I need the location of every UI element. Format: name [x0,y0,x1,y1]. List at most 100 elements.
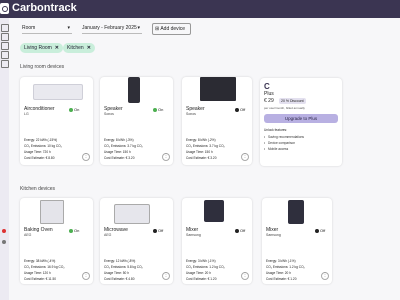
top-bar: Carbontrack [0,0,400,18]
filter-chip-label: Kitchen [67,45,84,51]
device-stats: Energy: 38 kWh (-4%) CO₂ Emissions: 16.9… [24,258,65,282]
add-device-label: Add device [160,26,186,32]
device-card[interactable]: Mixer Samsung Off Energy: 3 kWh (-1%) CO… [182,198,252,284]
device-stats: Energy: 12 kWh (-8%) CO₂ Emissions: 5.8 … [104,258,143,282]
device-stats: Energy: 3 kWh (-1%) CO₂ Emissions: 1.2 k… [266,258,305,282]
status-off-icon [235,107,239,112]
unlock-features-title: Unlock features: [264,128,288,132]
feature-item: Mobile access [264,147,288,151]
device-brand: LG [24,112,29,116]
upgrade-button[interactable]: Upgrade to Plus [264,114,338,123]
more-options-icon[interactable]: ⋮ [162,153,170,161]
more-options-icon[interactable]: ⋮ [321,272,329,280]
status-on-icon [69,107,73,112]
feature-item: Saving recommendations [264,135,304,139]
device-brand: Sonos [186,112,196,116]
date-range-label: January - February 2025 [82,25,137,31]
status-label: On [74,228,80,233]
more-options-icon[interactable]: ⋮ [82,153,90,161]
device-brand: AEG [24,233,32,237]
mixer-icon [204,200,224,222]
filter-chip-living-room[interactable]: Living Room ✕ [20,43,63,53]
status-label: Off [320,228,326,233]
device-brand: Sonos [104,112,114,116]
status-badge: On [153,107,163,112]
feature-item: Device comparison [264,141,295,145]
status-off-icon [153,228,157,233]
room-select-label: Room [22,25,36,31]
device-stats: Energy: 3 kWh (-1%) CO₂ Emissions: 1.2 k… [186,258,225,282]
status-label: Off [240,107,246,112]
device-brand: Samsung [266,233,281,237]
more-options-icon[interactable]: ⋮ [162,272,170,280]
plus-title: Plus [264,91,274,97]
plus-upsell-card: C Plus € 29 20 % Discount per user/month… [260,78,342,166]
device-card[interactable]: Airconditioner LG On Energy: 22 kWh (-15… [20,77,93,165]
status-off-icon [315,228,319,233]
tips-icon[interactable] [1,51,9,59]
discount-badge: 20 % Discount [279,98,306,104]
status-on-icon [69,228,73,233]
device-stats: Energy: 8 kWh (-3%) CO₂ Emissions: 3.7 k… [104,137,143,161]
cost-value: Cost Estimate: € 1.20 [186,277,217,281]
close-icon[interactable]: ✕ [87,45,91,51]
device-brand: Samsung [186,233,201,237]
device-card[interactable]: Mixer Samsung Off Energy: 3 kWh (-1%) CO… [262,198,332,284]
devices-icon[interactable] [1,33,9,41]
close-icon[interactable]: ✕ [55,45,59,51]
cost-value: Cost Estimate: € 3.20 [104,156,135,160]
device-stats: Energy: 8 kWh (-2%) CO₂ Emissions: 3.7 k… [186,137,225,161]
tv-icon [200,77,236,101]
blender-icon [288,200,304,224]
plus-price: € 29 [264,98,274,104]
cost-value: Cost Estimate: € 11.50 [24,277,57,281]
app-title: Carbontrack [12,2,77,14]
chevron-down-icon: ▾ [67,25,70,31]
carbontrack-logo-icon: C [264,82,270,91]
notification-icon[interactable] [2,229,6,233]
chevron-down-icon: ▾ [137,25,140,31]
status-badge: On [69,107,79,112]
status-off-icon [235,228,239,233]
status-label: On [74,107,80,112]
section-title-kitchen: Kitchen devices [20,186,56,192]
date-range-select[interactable]: January - February 2025 ▾ [82,23,142,34]
settings-icon[interactable] [1,60,9,68]
device-brand: AEG [104,233,112,237]
home-icon[interactable] [1,24,9,32]
status-badge: Off [315,228,325,233]
status-label: On [158,107,164,112]
status-badge: Off [153,228,163,233]
status-on-icon [153,107,157,112]
billing-note: per user/month, billed annually [264,106,305,110]
more-options-icon[interactable]: ⋮ [82,272,90,280]
oven-icon [40,200,64,224]
status-badge: On [69,228,79,233]
microwave-icon [114,204,150,224]
app-logo-icon [0,3,9,14]
device-card[interactable]: Speaker Sonos On Energy: 8 kWh (-3%) CO₂… [100,77,173,165]
device-card[interactable]: Microwave AEG Off Energy: 12 kWh (-8%) C… [100,198,173,284]
more-options-icon[interactable]: ⋮ [241,272,249,280]
more-options-icon[interactable]: ⋮ [241,153,249,161]
room-select[interactable]: Room ▾ [22,23,72,34]
status-label: Off [158,228,164,233]
cost-value: Cost Estimate: € 8.80 [24,156,55,160]
filter-chip-kitchen[interactable]: Kitchen ✕ [63,43,95,53]
cost-value: Cost Estimate: € 3.20 [186,156,217,160]
device-stats: Energy: 22 kWh (-15%) CO₂ Emissions: 10 … [24,137,62,161]
filter-chip-label: Living Room [24,45,52,51]
status-badge: Off [235,228,245,233]
cost-value: Cost Estimate: € 4.80 [104,277,135,281]
add-device-button[interactable]: ⊞ Add device [152,23,191,35]
plus-icon: ⊞ [155,26,160,32]
user-icon[interactable] [2,240,6,244]
reports-icon[interactable] [1,42,9,50]
section-title-living: Living room devices [20,64,65,70]
status-badge: Off [235,107,245,112]
device-card[interactable]: Speaker Sonos Off Energy: 8 kWh (-2%) CO… [182,77,252,165]
cost-value: Cost Estimate: € 1.20 [266,277,297,281]
device-card[interactable]: Baking Oven AEG On Energy: 38 kWh (-4%) … [20,198,93,284]
speaker-icon [128,77,140,103]
sidebar [0,18,9,300]
